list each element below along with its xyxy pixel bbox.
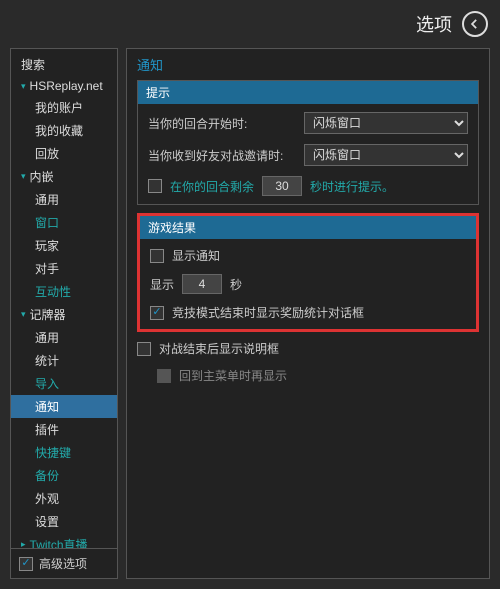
sidebar-item-plugins[interactable]: 插件 [11, 418, 117, 441]
panel-result: 游戏结果 显示通知 显示 秒 竞技模式结束时显示奖励统计对话框 [137, 213, 479, 332]
arrow-left-icon [468, 17, 482, 31]
sidebar-group-hsreplay[interactable]: ▾ HSReplay.net [11, 76, 117, 96]
sidebar-search[interactable]: 搜索 [11, 53, 117, 76]
end-dialog-checkbox[interactable] [137, 342, 151, 356]
sidebar-item-collection[interactable]: 我的收藏 [11, 119, 117, 142]
caret-down-icon: ▾ [21, 309, 26, 320]
menu-redisplay-label: 回到主菜单时再显示 [179, 367, 287, 384]
sidebar-item-hotkeys[interactable]: 快捷键 [11, 441, 117, 464]
sidebar-item-player[interactable]: 玩家 [11, 234, 117, 257]
sidebar-group-label: HSReplay.net [30, 79, 103, 93]
show-sec-input[interactable] [182, 274, 222, 294]
main-title: 通知 [137, 55, 479, 74]
caret-down-icon: ▾ [21, 171, 26, 182]
sidebar-item-appearance[interactable]: 外观 [11, 487, 117, 510]
timer-checkbox[interactable] [148, 179, 162, 193]
timer-prefix: 在你的回合剩余 [170, 178, 254, 195]
sidebar-item-interactive[interactable]: 互动性 [11, 280, 117, 303]
advanced-checkbox[interactable] [19, 557, 33, 571]
show-sec-label: 显示 [150, 276, 174, 293]
sidebar-item-general1[interactable]: 通用 [11, 188, 117, 211]
show-notify-checkbox[interactable] [150, 249, 164, 263]
sidebar: 搜索 ▾HSReplay.net 我的账户 我的收藏 回放 ▾内嵌 通用 窗口 … [10, 48, 118, 579]
main-panel: 通知 提示 当你的回合开始时: 闪烁窗口 当你收到好友对战邀请时: 闪烁窗口 在… [126, 48, 490, 579]
turn-start-label: 当你的回合开始时: [148, 115, 296, 132]
arena-reward-checkbox[interactable] [150, 306, 164, 320]
sidebar-item-account[interactable]: 我的账户 [11, 96, 117, 119]
sidebar-item-notify[interactable]: 通知 [11, 395, 117, 418]
end-dialog-label: 对战结束后显示说明框 [159, 340, 279, 357]
sidebar-item-import[interactable]: 导入 [11, 372, 117, 395]
show-sec-suffix: 秒 [230, 276, 242, 293]
sidebar-item-replay[interactable]: 回放 [11, 142, 117, 165]
panel-head-hint: 提示 [138, 81, 478, 104]
sidebar-item-opponent[interactable]: 对手 [11, 257, 117, 280]
back-button[interactable] [462, 11, 488, 37]
sidebar-item-settings[interactable]: 设置 [11, 510, 117, 533]
turn-start-select[interactable]: 闪烁窗口 [304, 112, 468, 134]
sidebar-item-window[interactable]: 窗口 [11, 211, 117, 234]
sidebar-group-twitch[interactable]: ▸ Twitch直播 [11, 533, 117, 548]
caret-right-icon: ▸ [21, 539, 26, 548]
sidebar-item-general2[interactable]: 通用 [11, 326, 117, 349]
sidebar-item-backup[interactable]: 备份 [11, 464, 117, 487]
page-title: 选项 [416, 11, 452, 37]
panel-hint: 提示 当你的回合开始时: 闪烁窗口 当你收到好友对战邀请时: 闪烁窗口 在你的回… [137, 80, 479, 205]
friend-challenge-label: 当你收到好友对战邀请时: [148, 147, 296, 164]
menu-redisplay-checkbox[interactable] [157, 369, 171, 383]
caret-down-icon: ▾ [21, 81, 26, 92]
arena-reward-label: 竞技模式结束时显示奖励统计对话框 [172, 304, 364, 321]
friend-challenge-select[interactable]: 闪烁窗口 [304, 144, 468, 166]
sidebar-group-tracker[interactable]: ▾ 记牌器 [11, 303, 117, 326]
sidebar-item-stats[interactable]: 统计 [11, 349, 117, 372]
timer-input[interactable] [262, 176, 302, 196]
show-notify-label: 显示通知 [172, 247, 220, 264]
sidebar-group-label: 内嵌 [30, 168, 54, 185]
advanced-label: 高级选项 [39, 555, 87, 572]
panel-head-result: 游戏结果 [140, 216, 476, 239]
sidebar-group-overlay[interactable]: ▾ 内嵌 [11, 165, 117, 188]
timer-suffix: 秒时进行提示。 [310, 178, 394, 195]
sidebar-group-label: 记牌器 [30, 306, 66, 323]
sidebar-group-label: Twitch直播 [30, 536, 88, 548]
